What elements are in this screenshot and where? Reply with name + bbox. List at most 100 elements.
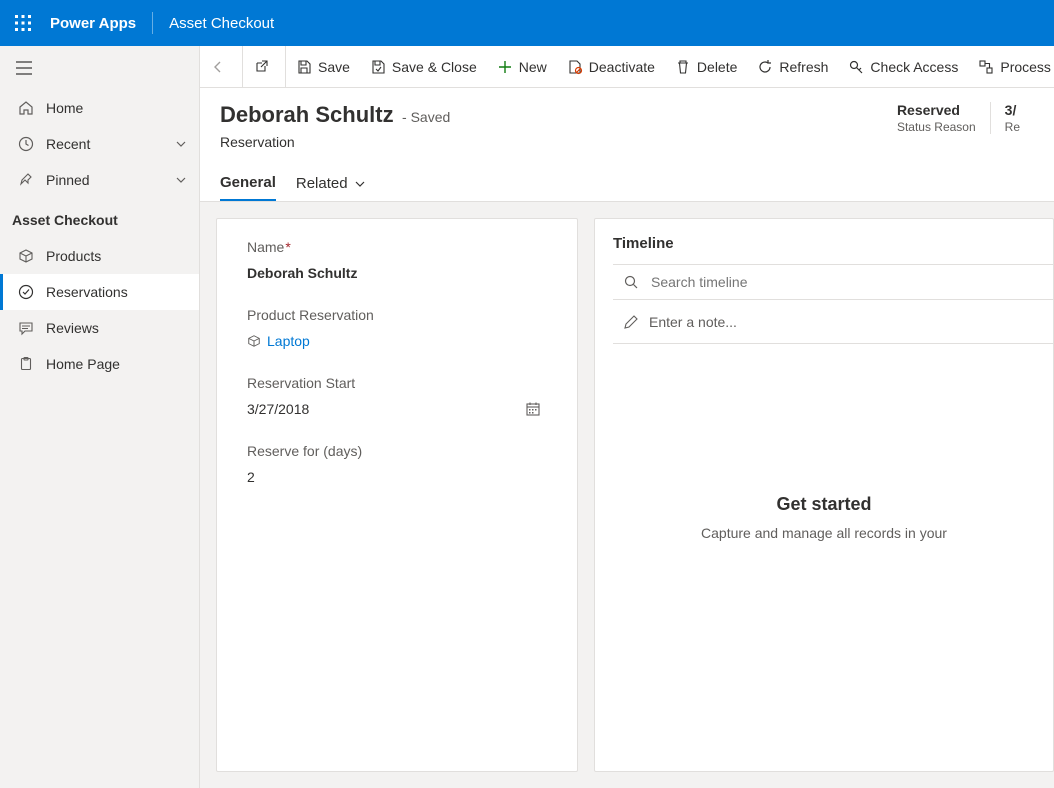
home-icon xyxy=(16,100,36,116)
topbar-separator xyxy=(152,12,153,34)
new-button[interactable]: New xyxy=(487,46,557,88)
trash-icon xyxy=(675,59,691,75)
nav-home[interactable]: Home xyxy=(0,90,199,126)
entity-name: Reservation xyxy=(220,134,883,150)
left-nav: Home Recent Pinned Asset Checkout xyxy=(0,46,200,788)
back-button[interactable] xyxy=(200,46,242,88)
header-field-2-value: 3/ xyxy=(1005,102,1020,118)
form-content: Name Deborah Schultz Product Reservation… xyxy=(200,202,1054,788)
timeline-search[interactable] xyxy=(613,264,1053,300)
nav-toggle-button[interactable] xyxy=(0,46,199,90)
empty-message: Capture and manage all records in your xyxy=(595,525,1053,541)
process-button[interactable]: Process xyxy=(968,46,1054,88)
box-icon xyxy=(16,248,36,264)
app-name-label[interactable]: Asset Checkout xyxy=(157,15,286,32)
start-date-input[interactable]: 3/27/2018 xyxy=(247,401,309,417)
form-tabs: General Related xyxy=(200,166,1054,202)
note-placeholder: Enter a note... xyxy=(649,314,737,330)
nav-reviews-label: Reviews xyxy=(46,320,187,336)
process-label: Process xyxy=(1000,59,1051,75)
deactivate-icon xyxy=(567,59,583,75)
timeline-empty-state: Get started Capture and manage all recor… xyxy=(595,494,1053,541)
product-value: Laptop xyxy=(267,333,310,349)
general-card: Name Deborah Schultz Product Reservation… xyxy=(216,218,578,772)
page-title: Deborah Schultz xyxy=(220,102,394,127)
save-label: Save xyxy=(318,59,350,75)
save-close-icon xyxy=(370,59,386,75)
calendar-icon[interactable] xyxy=(525,401,541,417)
timeline-search-input[interactable] xyxy=(649,273,1053,291)
nav-reservations[interactable]: Reservations xyxy=(0,274,199,310)
save-close-label: Save & Close xyxy=(392,59,477,75)
check-access-button[interactable]: Check Access xyxy=(838,46,968,88)
start-label: Reservation Start xyxy=(247,375,547,391)
check-access-label: Check Access xyxy=(870,59,958,75)
clock-icon xyxy=(16,136,36,152)
product-lookup[interactable]: Laptop xyxy=(247,333,547,349)
nav-recent[interactable]: Recent xyxy=(0,126,199,162)
app-launcher-button[interactable] xyxy=(0,0,46,46)
name-input[interactable]: Deborah Schultz xyxy=(247,265,547,281)
chevron-down-icon xyxy=(175,138,187,150)
delete-button[interactable]: Delete xyxy=(665,46,747,88)
timeline-note-row[interactable]: Enter a note... xyxy=(613,300,1053,344)
nav-homepage[interactable]: Home Page xyxy=(0,346,199,382)
status-label: Status Reason xyxy=(897,120,976,134)
tab-related-label: Related xyxy=(296,175,348,192)
header-field-2: 3/ Re xyxy=(991,102,1034,134)
nav-products-label: Products xyxy=(46,248,187,264)
box-icon xyxy=(247,334,261,348)
nav-home-label: Home xyxy=(46,100,187,116)
nav-pinned-label: Pinned xyxy=(46,172,175,188)
status-value: Reserved xyxy=(897,102,976,118)
save-button[interactable]: Save xyxy=(286,46,360,88)
saved-indicator: - Saved xyxy=(402,109,450,125)
hamburger-icon xyxy=(16,61,32,75)
plus-icon xyxy=(497,59,513,75)
check-circle-icon xyxy=(16,284,36,300)
open-new-window-button[interactable] xyxy=(243,46,285,88)
key-icon xyxy=(848,59,864,75)
new-label: New xyxy=(519,59,547,75)
nav-homepage-label: Home Page xyxy=(46,356,187,372)
name-label: Name xyxy=(247,239,547,255)
nav-reviews[interactable]: Reviews xyxy=(0,310,199,346)
timeline-card: Timeline Enter a note... Get started Cap… xyxy=(594,218,1054,772)
back-arrow-icon xyxy=(210,59,226,75)
nav-reservations-label: Reservations xyxy=(46,284,187,300)
topbar: Power Apps Asset Checkout xyxy=(0,0,1054,46)
refresh-button[interactable]: Refresh xyxy=(747,46,838,88)
chevron-down-icon xyxy=(175,174,187,186)
command-bar: Save Save & Close New Deactivate xyxy=(200,46,1054,88)
product-label: Product Reservation xyxy=(247,307,547,323)
open-external-icon xyxy=(253,59,269,75)
deactivate-button[interactable]: Deactivate xyxy=(557,46,665,88)
nav-products[interactable]: Products xyxy=(0,238,199,274)
nav-recent-label: Recent xyxy=(46,136,175,152)
deactivate-label: Deactivate xyxy=(589,59,655,75)
refresh-label: Refresh xyxy=(779,59,828,75)
timeline-heading: Timeline xyxy=(613,235,1035,252)
tab-general[interactable]: General xyxy=(220,166,276,201)
flow-icon xyxy=(978,59,994,75)
search-icon xyxy=(623,274,639,290)
refresh-icon xyxy=(757,59,773,75)
delete-label: Delete xyxy=(697,59,737,75)
pin-icon xyxy=(16,172,36,188)
tab-related[interactable]: Related xyxy=(296,166,366,201)
page-header: Deborah Schultz - Saved Reservation Rese… xyxy=(200,88,1054,150)
save-close-button[interactable]: Save & Close xyxy=(360,46,487,88)
brand-label: Power Apps xyxy=(46,15,148,32)
clipboard-icon xyxy=(16,356,36,372)
save-icon xyxy=(296,59,312,75)
days-input[interactable]: 2 xyxy=(247,469,547,485)
header-field-2-label: Re xyxy=(1005,120,1020,134)
nav-section-title: Asset Checkout xyxy=(0,198,199,238)
nav-pinned[interactable]: Pinned xyxy=(0,162,199,198)
chat-icon xyxy=(16,320,36,336)
waffle-icon xyxy=(15,15,31,31)
empty-title: Get started xyxy=(595,494,1053,515)
status-reason-field: Reserved Status Reason xyxy=(883,102,991,134)
days-label: Reserve for (days) xyxy=(247,443,547,459)
pencil-icon xyxy=(623,314,639,330)
